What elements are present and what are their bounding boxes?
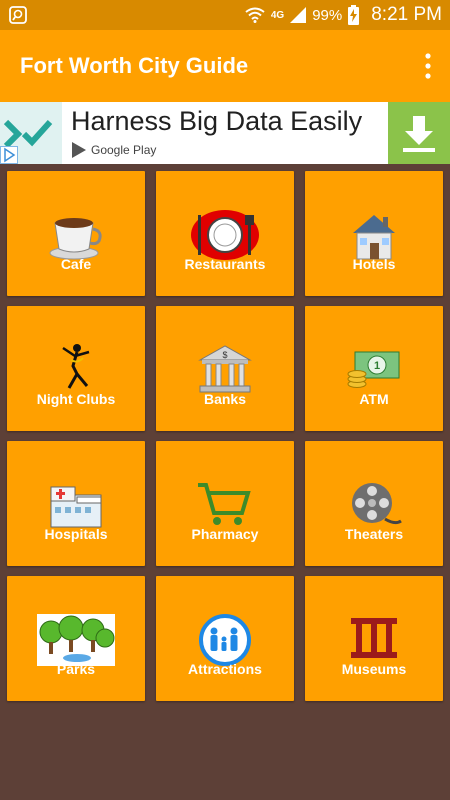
ad-store-badge: Google Play <box>72 142 156 158</box>
svg-text:$: $ <box>222 350 227 360</box>
tile-label: Restaurants <box>184 256 266 272</box>
tile-label: Night Clubs <box>36 391 116 407</box>
house-icon <box>353 215 395 260</box>
tile-label: ATM <box>359 391 389 407</box>
battery-charging-icon <box>348 5 360 25</box>
signal-icon <box>290 7 307 23</box>
app-title: Fort Worth City Guide <box>20 53 249 78</box>
ad-store-label: Google Play <box>91 143 157 157</box>
cash-coins-icon: 1 <box>347 351 400 388</box>
tile-label: Attractions <box>188 661 262 677</box>
tile-hotels[interactable]: Hotels <box>305 171 443 296</box>
tile-night-clubs[interactable]: Night Clubs <box>7 306 145 431</box>
tile-parks[interactable]: Parks <box>7 576 145 701</box>
bank-building-icon: $ <box>198 345 252 393</box>
tile-atm[interactable]: 1 ATM <box>305 306 443 431</box>
status-bar: 4G 99% 8:21 PM <box>0 0 450 30</box>
film-reel-icon <box>352 483 402 525</box>
tile-theaters[interactable]: Theaters <box>305 441 443 566</box>
app-bar: Fort Worth City Guide <box>0 30 450 102</box>
shopping-cart-icon <box>198 483 251 525</box>
category-grid: Cafe Restaurants Hotels Night Clubs $ Ba… <box>7 171 443 701</box>
battery-percent: 99% <box>312 6 343 24</box>
tile-banks[interactable]: $ Banks <box>156 306 294 431</box>
tile-label: Pharmacy <box>191 526 259 542</box>
ad-headline: Harness Big Data Easily <box>71 106 363 136</box>
ad-banner[interactable]: Harness Big Data Easily Google Play <box>0 102 450 164</box>
family-icon <box>199 614 251 666</box>
tile-label: Hotels <box>352 256 396 272</box>
ad-choices-icon[interactable] <box>0 146 18 164</box>
museum-columns-icon <box>351 618 397 658</box>
plate-cutlery-icon <box>191 210 259 260</box>
tile-label: Museums <box>341 661 407 677</box>
tile-attractions[interactable]: Attractions <box>156 576 294 701</box>
tile-label: Hospitals <box>44 526 108 542</box>
svg-text:1: 1 <box>374 360 380 372</box>
tile-label: Parks <box>56 661 96 677</box>
tile-label: Cafe <box>60 256 92 272</box>
tile-restaurants[interactable]: Restaurants <box>156 171 294 296</box>
tile-label: Banks <box>203 391 247 407</box>
tile-museums[interactable]: Museums <box>305 576 443 701</box>
clock: 8:21 PM <box>371 4 442 25</box>
trees-icon <box>37 614 115 666</box>
tile-pharmacy[interactable]: Pharmacy <box>156 441 294 566</box>
coffee-cup-icon <box>49 218 102 260</box>
dancer-icon <box>62 344 90 389</box>
wifi-icon <box>245 7 265 23</box>
google-play-icon <box>72 142 86 158</box>
tile-hospitals[interactable]: Hospitals <box>7 441 145 566</box>
hospital-building-icon <box>50 486 102 528</box>
download-icon[interactable] <box>388 102 450 164</box>
more-vert-icon[interactable] <box>424 52 432 80</box>
tile-label: Theaters <box>344 526 404 542</box>
tile-cafe[interactable]: Cafe <box>7 171 145 296</box>
notification-app-icon <box>9 6 27 24</box>
network-type: 4G <box>270 9 285 21</box>
